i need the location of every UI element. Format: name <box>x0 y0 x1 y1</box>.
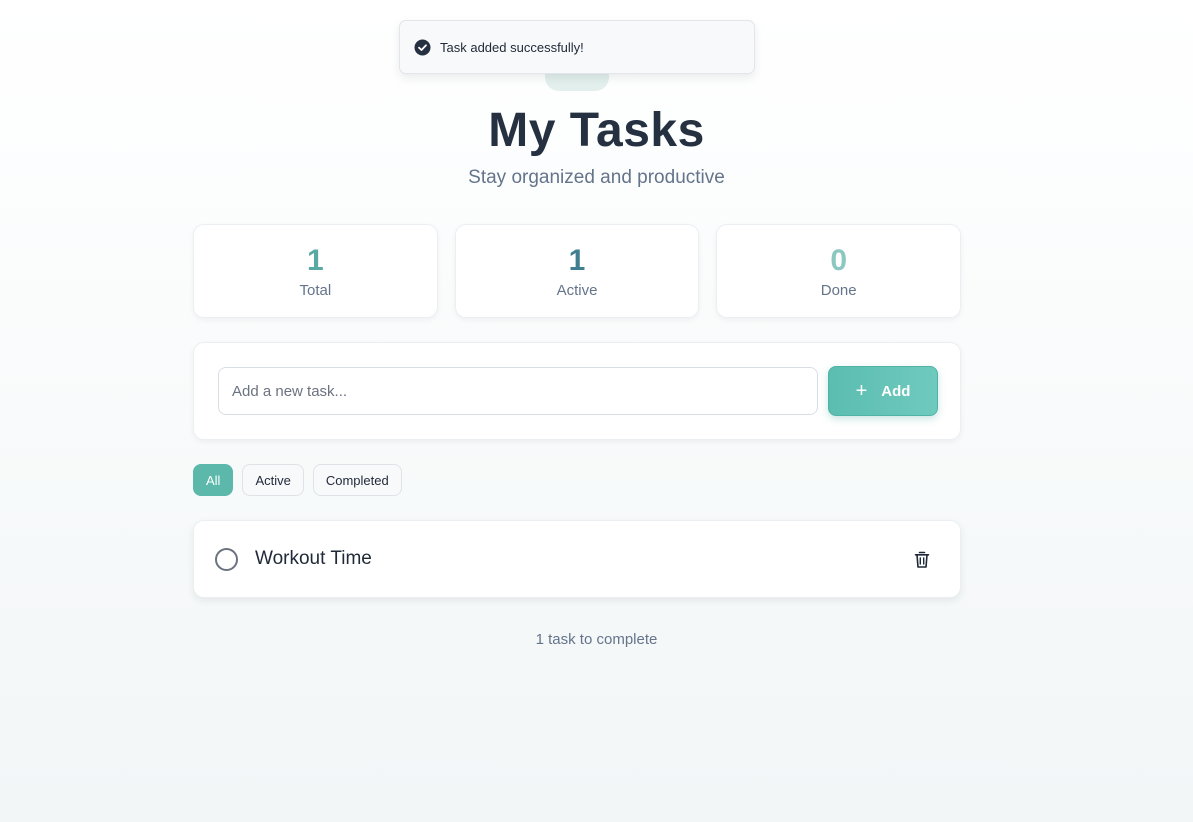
page-title: My Tasks <box>488 104 705 157</box>
stats-row: 1 Total 1 Active 0 Done <box>193 224 962 318</box>
filter-active[interactable]: Active <box>242 464 304 496</box>
filter-tabs: All Active Completed <box>193 464 402 496</box>
tasks-remaining-text: 1 task to complete <box>535 631 658 648</box>
stat-card-active: 1 Active <box>454 224 700 318</box>
toast-message: Task added successfully! <box>440 39 584 55</box>
page-subtitle: Stay organized and productive <box>468 167 725 188</box>
add-task-button[interactable]: + Add <box>828 366 938 416</box>
app-page: Task added successfully! My Tasks Stay o… <box>0 0 1193 822</box>
stat-label-total: Total <box>299 281 332 299</box>
task-item: Workout Time <box>193 520 961 598</box>
plus-icon: + <box>855 380 868 402</box>
toast-notification: Task added successfully! <box>399 20 755 74</box>
stat-card-done: 0 Done <box>716 224 962 318</box>
task-complete-checkbox[interactable] <box>215 548 238 571</box>
stat-label-done: Done <box>820 281 857 299</box>
check-circle-icon <box>414 39 431 56</box>
task-title: Workout Time <box>255 548 372 569</box>
stat-value-total: 1 <box>306 243 324 277</box>
stat-value-active: 1 <box>568 243 586 277</box>
new-task-input[interactable] <box>218 367 818 415</box>
trash-icon[interactable] <box>913 550 931 570</box>
stat-value-done: 0 <box>830 243 848 277</box>
stat-card-total: 1 Total <box>193 224 438 318</box>
filter-all[interactable]: All <box>193 464 234 496</box>
add-task-card: + Add <box>193 342 961 440</box>
add-button-label: Add <box>881 382 911 400</box>
filter-completed[interactable]: Completed <box>312 464 402 496</box>
stat-label-active: Active <box>556 281 598 299</box>
